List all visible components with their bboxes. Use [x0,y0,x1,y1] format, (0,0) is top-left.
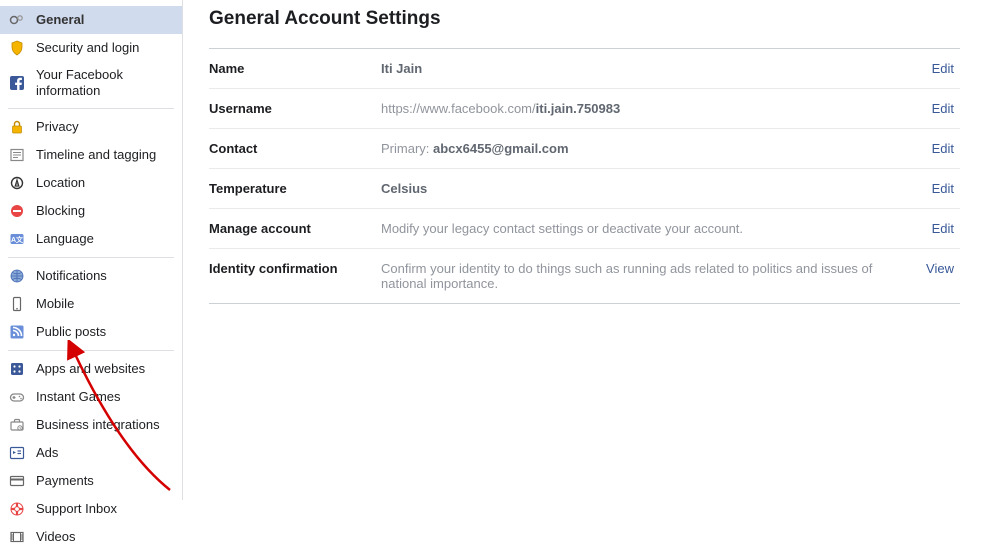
sidebar-item-privacy[interactable]: Privacy [0,113,182,141]
edit-link[interactable]: Edit [932,61,954,76]
lifesaver-icon [8,500,26,518]
news-icon [8,146,26,164]
row-value: Iti Jain [381,61,904,76]
settings-row: ContactPrimary: abcx6455@gmail.com Edit [209,129,960,169]
view-link[interactable]: View [926,261,954,276]
sidebar-item-label: Notifications [36,268,107,284]
sidebar-item-label: Business integrations [36,417,160,433]
sidebar-item-security[interactable]: Security and login [0,34,182,62]
sidebar-item-location[interactable]: Location [0,169,182,197]
row-value: Modify your legacy contact settings or d… [381,221,904,236]
sidebar-item-mobile[interactable]: Mobile [0,290,182,318]
sidebar-item-label: Payments [36,473,94,489]
row-label: Name [209,61,381,76]
edit-link[interactable]: Edit [932,221,954,236]
settings-row: NameIti Jain Edit [209,49,960,89]
apps-icon [8,360,26,378]
sidebar-item-label: Security and login [36,40,139,56]
row-value: Confirm your identity to do things such … [381,261,904,291]
settings-sidebar: General Security and login Your Facebook i… [0,0,183,500]
sidebar-item-label: Blocking [36,203,85,219]
row-label: Temperature [209,181,381,196]
sidebar-item-support[interactable]: Support Inbox [0,495,182,523]
sidebar-item-timeline[interactable]: Timeline and tagging [0,141,182,169]
sidebar-item-label: Apps and websites [36,361,145,377]
page-title: General Account Settings [209,8,960,30]
sidebar-item-label: Ads [36,445,58,461]
row-label: Username [209,101,381,116]
sidebar-item-yourinfo[interactable]: Your Facebook information [0,62,182,104]
main-content: General Account Settings NameIti Jain Edi… [183,0,986,500]
row-value: Celsius [381,181,904,196]
sidebar-item-label: Mobile [36,296,74,312]
sidebar-item-bizint[interactable]: Business integrations [0,411,182,439]
ad-icon [8,444,26,462]
card-icon [8,472,26,490]
facebook-icon [8,74,26,92]
settings-row: Identity confirmationConfirm your identi… [209,249,960,304]
row-value: https://www.facebook.com/iti.jain.750983 [381,101,904,116]
settings-table: NameIti JainEditUsernamehttps://www.face… [209,48,960,304]
sidebar-item-games[interactable]: Instant Games [0,383,182,411]
row-label: Manage account [209,221,381,236]
sidebar-item-apps[interactable]: Apps and websites [0,355,182,383]
sidebar-item-publicposts[interactable]: Public posts [0,318,182,346]
sidebar-item-ads[interactable]: Ads [0,439,182,467]
sidebar-item-label: Timeline and tagging [36,147,156,163]
language-icon: A文 [8,230,26,248]
blocking-icon [8,202,26,220]
rss-icon [8,323,26,341]
edit-link[interactable]: Edit [932,101,954,116]
svg-text:A文: A文 [11,235,24,244]
shield-icon [8,39,26,57]
sidebar-item-label: Videos [36,529,76,545]
sidebar-item-general[interactable]: General [0,6,182,34]
sidebar-item-notifications[interactable]: Notifications [0,262,182,290]
mobile-icon [8,295,26,313]
row-label: Contact [209,141,381,156]
sidebar-item-blocking[interactable]: Blocking [0,197,182,225]
row-label: Identity confirmation [209,261,381,291]
settings-row: Usernamehttps://www.facebook.com/iti.jai… [209,89,960,129]
gamepad-icon [8,388,26,406]
video-icon [8,528,26,546]
sidebar-item-language[interactable]: A文 Language [0,225,182,253]
sidebar-item-label: Privacy [36,119,79,135]
sidebar-item-label: Language [36,231,94,247]
lock-icon [8,118,26,136]
edit-link[interactable]: Edit [932,181,954,196]
sidebar-item-label: Instant Games [36,389,121,405]
sidebar-item-label: General [36,12,84,28]
sidebar-item-label: Your Facebook information [36,67,174,99]
settings-row: TemperatureCelsius Edit [209,169,960,209]
row-value: Primary: abcx6455@gmail.com [381,141,904,156]
settings-row: Manage accountModify your legacy contact… [209,209,960,249]
sidebar-item-label: Location [36,175,85,191]
sidebar-item-label: Public posts [36,324,106,340]
gear-icon [8,11,26,29]
briefcase-icon [8,416,26,434]
location-icon [8,174,26,192]
edit-link[interactable]: Edit [932,141,954,156]
sidebar-item-videos[interactable]: Videos [0,523,182,551]
sidebar-item-label: Support Inbox [36,501,117,517]
globe-icon [8,267,26,285]
sidebar-item-payments[interactable]: Payments [0,467,182,495]
